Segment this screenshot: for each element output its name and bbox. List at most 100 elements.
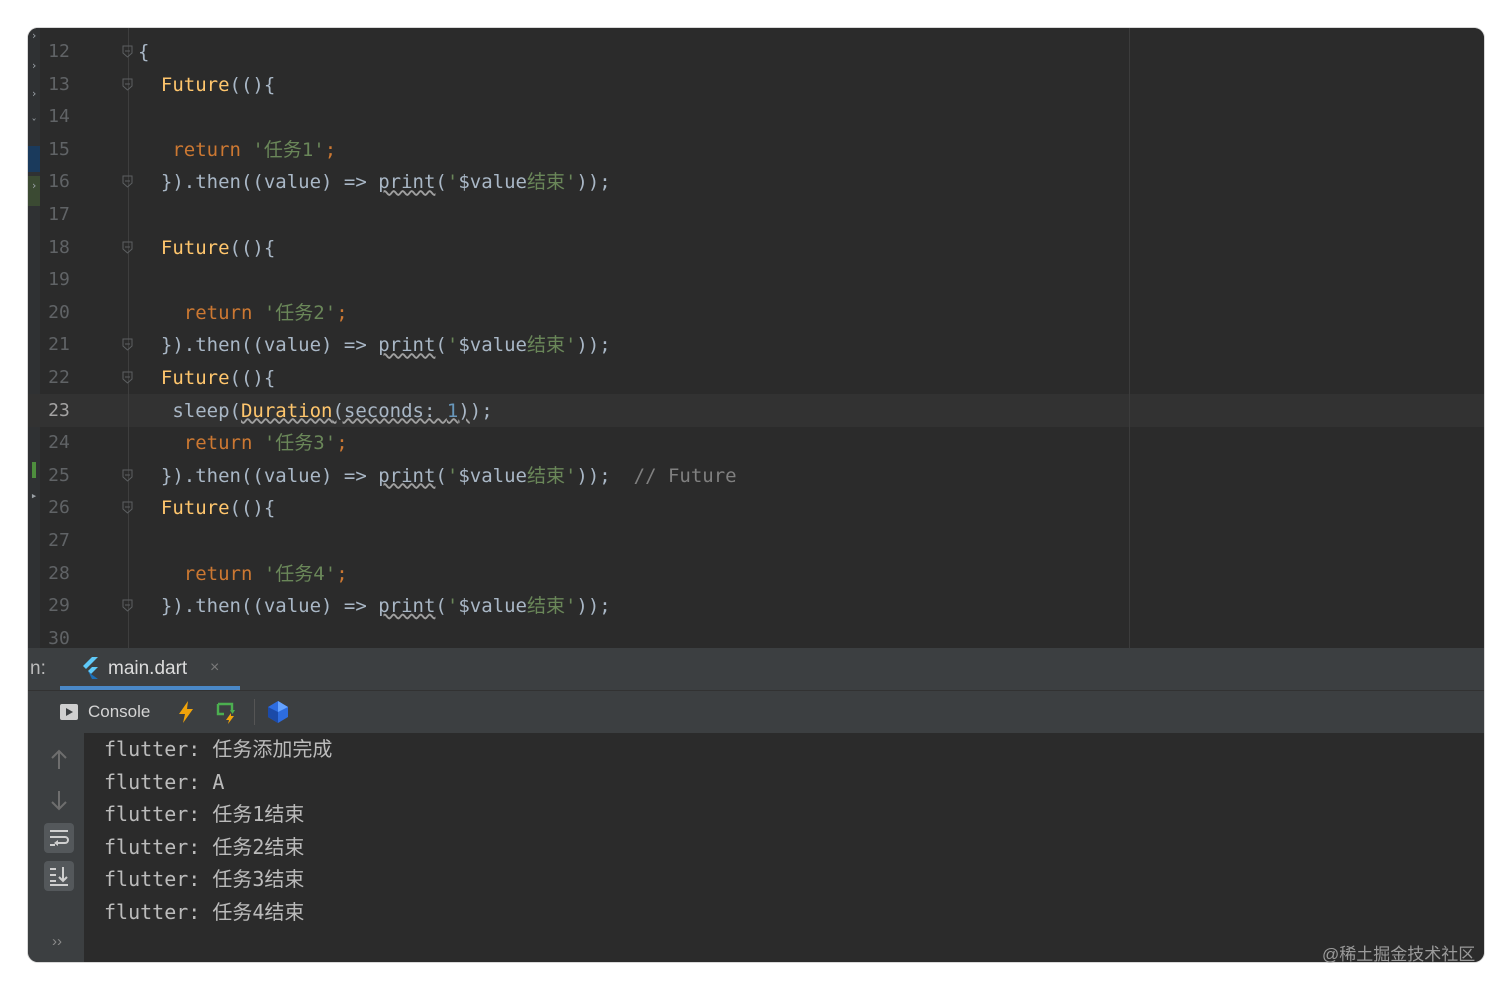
console-side-toolbar: ›› xyxy=(28,733,84,962)
code-token: 结束' xyxy=(526,171,577,194)
line-number: 30 xyxy=(48,627,70,648)
code-token: (() xyxy=(229,367,264,389)
code-token: )); xyxy=(576,464,611,487)
line-number: 17 xyxy=(48,204,70,225)
fold-marker-icon[interactable] xyxy=(122,599,133,612)
code-token: $value xyxy=(458,171,527,194)
code-line[interactable]: 17 xyxy=(28,199,1484,231)
code-token: ( xyxy=(435,464,447,487)
line-number: 12 xyxy=(48,41,70,62)
line-number: 23 xyxy=(48,399,70,421)
code-token: { xyxy=(263,367,276,389)
code-token: $value xyxy=(458,595,527,618)
soft-wrap-icon[interactable] xyxy=(44,823,74,853)
code-token: $value xyxy=(458,464,527,487)
console-line: flutter: A xyxy=(104,769,225,794)
code-token: }).then((value) => xyxy=(138,171,379,194)
code-token: )); xyxy=(576,595,611,618)
more-icon[interactable]: ›› xyxy=(52,933,62,950)
code-token: ( xyxy=(435,334,447,357)
code-line[interactable]: 29 }).then((value) => print('$value结束'))… xyxy=(28,590,1484,622)
code-line[interactable]: 14 xyxy=(28,101,1484,133)
code-token: Future xyxy=(160,236,230,259)
code-line[interactable]: 23 sleep(Duration(seconds: 1)); xyxy=(28,395,1484,427)
fold-marker-icon[interactable] xyxy=(122,469,133,482)
code-line[interactable]: 24 return '任务3'; xyxy=(28,427,1484,459)
code-token: 结束' xyxy=(526,464,577,487)
code-token: Future xyxy=(160,367,230,389)
tab-main-dart[interactable]: main.dart × xyxy=(60,648,240,690)
flutter-icon xyxy=(83,657,98,679)
console-line: flutter: 任务添加完成 xyxy=(104,737,333,761)
code-text: Future((){ xyxy=(138,69,275,101)
code-text: }).then((value) => print('$value结束')); xyxy=(138,329,611,361)
code-line[interactable]: 20 return '任务2'; xyxy=(28,297,1484,329)
code-line[interactable]: 28 return '任务4'; xyxy=(28,558,1484,590)
code-token: '任务1' xyxy=(252,138,325,161)
console-tab[interactable]: Console xyxy=(60,699,150,725)
code-line[interactable]: 26 Future((){ xyxy=(28,492,1484,524)
active-tab-indicator xyxy=(60,686,240,690)
arrow-up-icon[interactable] xyxy=(44,745,74,775)
code-token: '任务3' xyxy=(263,432,337,455)
code-line[interactable]: 18 Future((){ xyxy=(28,232,1484,264)
console-line: flutter: 任务4结束 xyxy=(104,899,305,924)
code-line[interactable]: 16 }).then((value) => print('$value结束'))… xyxy=(28,166,1484,198)
code-line[interactable]: 25 }).then((value) => print('$value结束'))… xyxy=(28,460,1484,492)
console-output[interactable]: flutter: 任务添加完成 flutter: A flutter: 任务1结束 f… xyxy=(84,733,1484,962)
code-token: ' xyxy=(446,595,459,618)
code-line[interactable]: 30 xyxy=(28,623,1484,648)
code-line[interactable]: 13 Future((){ xyxy=(28,69,1484,101)
hot-restart-icon[interactable] xyxy=(214,700,238,724)
code-token: }).then((value) => xyxy=(138,595,379,618)
code-line[interactable]: 21 }).then((value) => print('$value结束'))… xyxy=(28,329,1484,361)
code-line[interactable]: 19 xyxy=(28,264,1484,296)
code-line[interactable]: 15 return '任务1'; xyxy=(28,134,1484,166)
arrow-down-icon[interactable] xyxy=(44,785,74,815)
fold-marker-icon[interactable] xyxy=(122,241,133,254)
code-token: ( xyxy=(435,171,447,194)
code-token: ; xyxy=(324,138,337,161)
devtools-icon[interactable] xyxy=(266,700,290,724)
code-line[interactable]: 12 { xyxy=(28,36,1484,68)
line-number: 25 xyxy=(48,464,70,486)
scroll-to-end-icon[interactable] xyxy=(44,861,74,891)
line-number: 21 xyxy=(48,334,70,356)
code-text: }).then((value) => print('$value结束')); xyxy=(138,166,611,198)
line-number: 14 xyxy=(48,106,70,128)
code-token: ' xyxy=(446,334,459,357)
code-line[interactable]: 27 xyxy=(28,525,1484,557)
fold-marker-icon[interactable] xyxy=(122,338,133,352)
close-icon[interactable]: × xyxy=(210,659,219,677)
code-token: '任务4' xyxy=(263,562,337,585)
console-label: Console xyxy=(88,702,151,721)
code-token: print xyxy=(378,171,436,194)
console-line: flutter: 任务2结束 xyxy=(104,834,305,859)
fold-marker-icon[interactable] xyxy=(122,501,133,515)
code-line[interactable]: 22 Future((){ xyxy=(28,362,1484,394)
line-number: 28 xyxy=(48,562,70,584)
fold-marker-icon[interactable] xyxy=(122,45,133,58)
code-token: return xyxy=(183,432,253,455)
fold-marker-icon[interactable] xyxy=(122,175,133,189)
code-token: return xyxy=(172,138,241,161)
console-icon xyxy=(60,704,78,720)
code-token: ( xyxy=(435,595,447,618)
code-editor[interactable]: › › › ˇ › ▸ 12{13 Future((){14 15 return … xyxy=(28,28,1484,648)
fold-marker-icon[interactable] xyxy=(122,371,133,384)
code-token: }).then((value) => xyxy=(138,464,379,487)
code-token: ); xyxy=(469,399,493,422)
hot-reload-icon[interactable] xyxy=(174,700,198,724)
run-panel-prefix: n: xyxy=(30,658,46,679)
code-token: (() xyxy=(229,236,264,259)
line-number: 27 xyxy=(48,530,70,551)
fold-marker-icon[interactable] xyxy=(122,78,133,91)
